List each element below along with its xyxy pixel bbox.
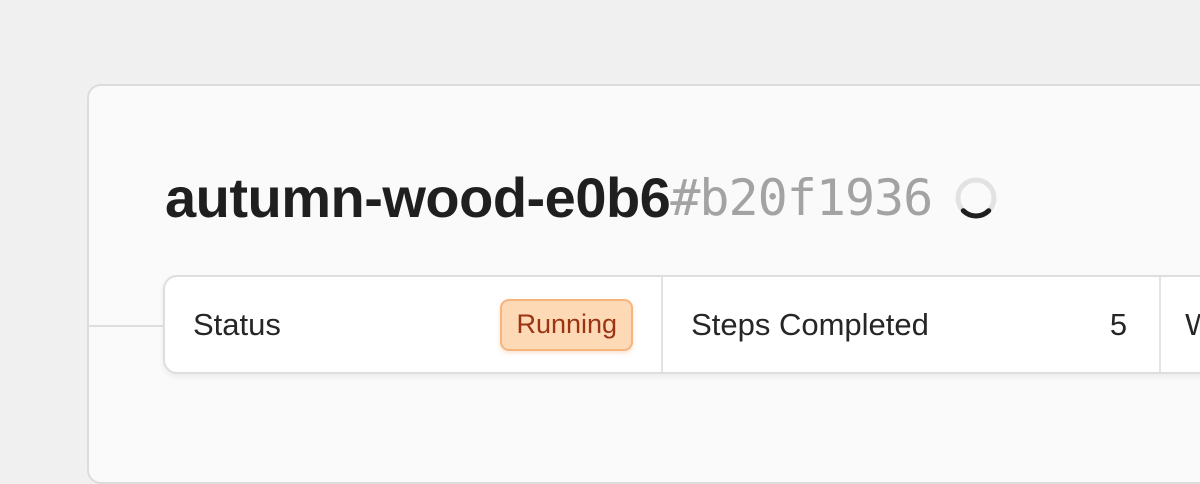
stat-partial: W: [1161, 277, 1200, 372]
run-header: autumn-wood-e0b6 #b20f1936: [165, 162, 998, 234]
stat-steps-completed: Steps Completed 5: [663, 277, 1162, 372]
stat-steps-value: 5: [1109, 306, 1128, 342]
connector-line: [89, 325, 165, 327]
run-stats-bar: Status Running Steps Completed 5 W: [163, 275, 1200, 374]
stat-steps-label: Steps Completed: [691, 306, 929, 342]
stat-partial-label: W: [1185, 307, 1200, 343]
stat-status: Status Running: [165, 277, 664, 372]
run-name: autumn-wood-e0b6: [165, 166, 671, 229]
run-id: #b20f1936: [670, 169, 933, 227]
status-badge: Running: [500, 298, 634, 351]
loading-spinner-icon: [954, 176, 998, 220]
stat-status-label: Status: [193, 306, 281, 342]
